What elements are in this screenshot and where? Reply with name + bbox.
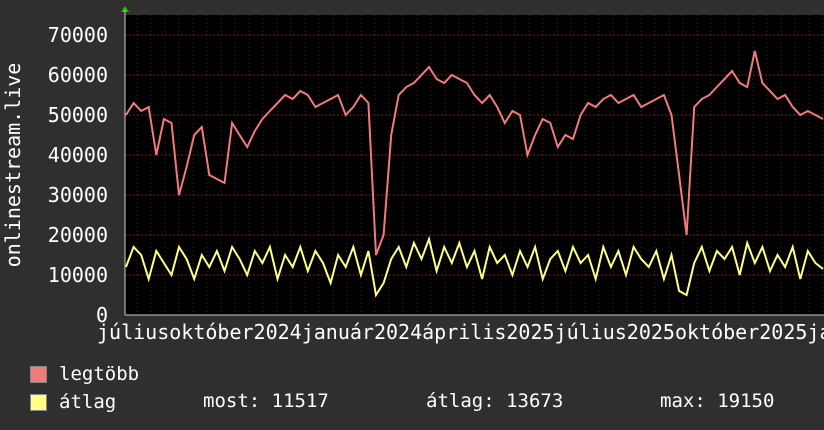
y-tick-label: 40000 [48, 143, 108, 167]
plot-area [125, 15, 824, 315]
legend-label-avg: átlag [59, 391, 117, 413]
stat-avg: átlag: 13673 [426, 390, 563, 412]
chart: 010000200003000040000500006000070000 onl… [1, 6, 824, 344]
legend-item-avg: átlag [30, 390, 116, 414]
stat-most-label: most: [203, 390, 261, 412]
stat-avg-label: átlag: [426, 390, 495, 412]
stat-most-value: 11517 [271, 390, 329, 412]
y-tick-label: 10000 [48, 263, 108, 287]
stat-max-value: 19150 [717, 390, 775, 412]
stat-max: max: 19150 [660, 390, 774, 412]
legend-swatch-max [30, 365, 47, 383]
y-tick-label: 20000 [48, 223, 108, 247]
stat-avg-value: 13673 [506, 390, 564, 412]
legend-label-max: legtöbb [59, 363, 140, 385]
y-tick-label: 30000 [48, 183, 108, 207]
y-axis: 010000200003000040000500006000070000 [48, 23, 108, 327]
legend-swatch-avg [30, 393, 47, 411]
y-tick-label: 70000 [48, 23, 108, 47]
stat-max-label: max: [660, 390, 706, 412]
x-tick-labels: júliusoktóber2024január2024április2025jú… [97, 320, 824, 344]
stat-most: most: 11517 [203, 390, 329, 412]
y-axis-label: onlinestream.live [1, 63, 25, 268]
legend-item-max: legtöbb [30, 362, 139, 386]
y-tick-label: 60000 [48, 63, 108, 87]
y-tick-label: 50000 [48, 103, 108, 127]
